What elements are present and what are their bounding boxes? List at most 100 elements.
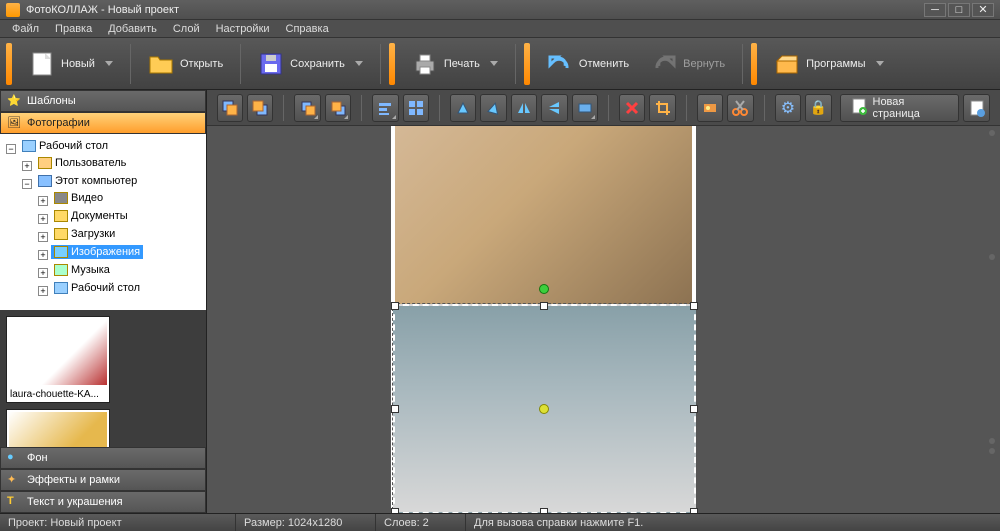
crop-button[interactable]	[649, 94, 675, 122]
redo-icon	[651, 51, 677, 77]
new-button[interactable]: Новый	[20, 44, 122, 84]
photos-panel: −Рабочий стол +Пользователь −Этот компью…	[0, 134, 206, 447]
separator	[686, 95, 687, 121]
send-back-button[interactable]	[247, 94, 273, 122]
fit-button[interactable]	[572, 94, 598, 122]
status-bar: Проект: Новый проект Размер: 1024x1280 С…	[0, 513, 1000, 531]
separator	[742, 44, 743, 84]
expander-icon[interactable]: +	[38, 232, 48, 242]
window-title: ФотоКОЛЛАЖ - Новый проект	[26, 4, 922, 16]
menu-layer[interactable]: Слой	[165, 21, 208, 37]
send-backward-button[interactable]	[325, 94, 351, 122]
save-button[interactable]: Сохранить	[249, 44, 372, 84]
expander-icon[interactable]: +	[22, 161, 32, 171]
flip-horizontal-button[interactable]	[511, 94, 537, 122]
tree-node-pictures[interactable]: Изображения	[51, 245, 143, 259]
new-page-button[interactable]: Новая страница	[840, 94, 960, 122]
desktop-icon	[54, 282, 68, 294]
separator	[361, 95, 362, 121]
settings-button[interactable]: ⚙	[775, 94, 801, 122]
folder-open-icon	[148, 51, 174, 77]
resize-handle[interactable]	[690, 508, 698, 513]
resize-handle[interactable]	[391, 405, 399, 413]
title-bar: ФотоКОЛЛАЖ - Новый проект ─ □ ✕	[0, 0, 1000, 20]
sidebar: ⭐ Шаблоны 🖼 Фотографии −Рабочий стол +По…	[0, 90, 207, 513]
maximize-button[interactable]: □	[948, 3, 970, 17]
lock-icon: 🔒	[810, 99, 827, 116]
toolbar-accent	[389, 43, 395, 85]
menu-edit[interactable]: Правка	[47, 21, 100, 37]
expander-icon[interactable]: +	[38, 214, 48, 224]
filter-button[interactable]	[697, 94, 723, 122]
separator	[608, 95, 609, 121]
accordion-photos[interactable]: 🖼 Фотографии	[0, 112, 206, 134]
lock-button[interactable]: 🔒	[805, 94, 831, 122]
computer-icon	[38, 175, 52, 187]
toolbar-accent	[6, 43, 12, 85]
page-plus-icon	[851, 97, 867, 118]
dropdown-icon	[490, 61, 498, 66]
bring-front-button[interactable]	[217, 94, 243, 122]
undo-button[interactable]: Отменить	[538, 44, 638, 84]
thumbnail-item[interactable]: laura-chouette-KA...	[6, 316, 110, 403]
cut-button[interactable]	[727, 94, 753, 122]
thumbnail-image	[9, 319, 107, 385]
expander-icon[interactable]: +	[38, 250, 48, 260]
expander-icon[interactable]: +	[38, 196, 48, 206]
status-size: Размер: 1024x1280	[236, 514, 376, 531]
separator	[515, 44, 516, 84]
folder-icon	[54, 228, 68, 240]
delete-button[interactable]	[619, 94, 645, 122]
resize-handle[interactable]	[540, 302, 548, 310]
accordion-templates[interactable]: ⭐ Шаблоны	[0, 90, 206, 112]
thumbnail-item[interactable]: laura-chouette-Sz...	[6, 409, 110, 447]
flip-vertical-button[interactable]	[541, 94, 567, 122]
bring-forward-button[interactable]	[294, 94, 320, 122]
box-icon	[774, 51, 800, 77]
collage-canvas[interactable]	[391, 126, 696, 513]
expander-icon[interactable]: +	[38, 286, 48, 296]
accordion-background[interactable]: ● Фон	[0, 447, 206, 469]
expander-icon[interactable]: −	[6, 144, 16, 154]
folder-icon	[54, 210, 68, 222]
marker-dot	[989, 448, 995, 454]
collage-photo-bottom[interactable]	[393, 304, 696, 513]
align-button[interactable]	[372, 94, 398, 122]
expander-icon[interactable]: −	[22, 179, 32, 189]
menu-add[interactable]: Добавить	[100, 21, 165, 37]
minimize-button[interactable]: ─	[924, 3, 946, 17]
page-settings-button[interactable]	[963, 94, 989, 122]
resize-handle[interactable]	[540, 508, 548, 513]
icon-toolbar: ⚙ 🔒 Новая страница	[207, 90, 1000, 126]
marker-dot	[989, 438, 995, 444]
status-project: Проект: Новый проект	[0, 514, 236, 531]
print-button[interactable]: Печать	[403, 44, 507, 84]
toolbar-accent	[751, 43, 757, 85]
expander-icon[interactable]: +	[38, 268, 48, 278]
programs-button[interactable]: Программы	[765, 44, 892, 84]
marker-dot	[989, 130, 995, 136]
rotate-right-button[interactable]	[480, 94, 506, 122]
status-help: Для вызова справки нажмите F1.	[466, 514, 1000, 531]
menu-file[interactable]: Файл	[4, 21, 47, 37]
marker-dot	[989, 254, 995, 260]
resize-handle[interactable]	[690, 302, 698, 310]
workspace[interactable]	[207, 126, 1000, 513]
close-button[interactable]: ✕	[972, 3, 994, 17]
folder-tree[interactable]: −Рабочий стол +Пользователь −Этот компью…	[0, 134, 206, 310]
redo-button[interactable]: Вернуть	[642, 44, 734, 84]
rotate-left-button[interactable]	[450, 94, 476, 122]
open-button[interactable]: Открыть	[139, 44, 232, 84]
accordion-text[interactable]: T Текст и украшения	[0, 491, 206, 513]
dropdown-icon	[355, 61, 363, 66]
dropdown-icon	[876, 61, 884, 66]
resize-handle[interactable]	[391, 508, 399, 513]
distribute-button[interactable]	[403, 94, 429, 122]
menu-settings[interactable]: Настройки	[208, 21, 278, 37]
separator	[283, 95, 284, 121]
accordion-effects[interactable]: ✦ Эффекты и рамки	[0, 469, 206, 491]
menu-help[interactable]: Справка	[278, 21, 337, 37]
resize-handle[interactable]	[391, 302, 399, 310]
resize-handle[interactable]	[690, 405, 698, 413]
center-marker[interactable]	[539, 404, 549, 414]
